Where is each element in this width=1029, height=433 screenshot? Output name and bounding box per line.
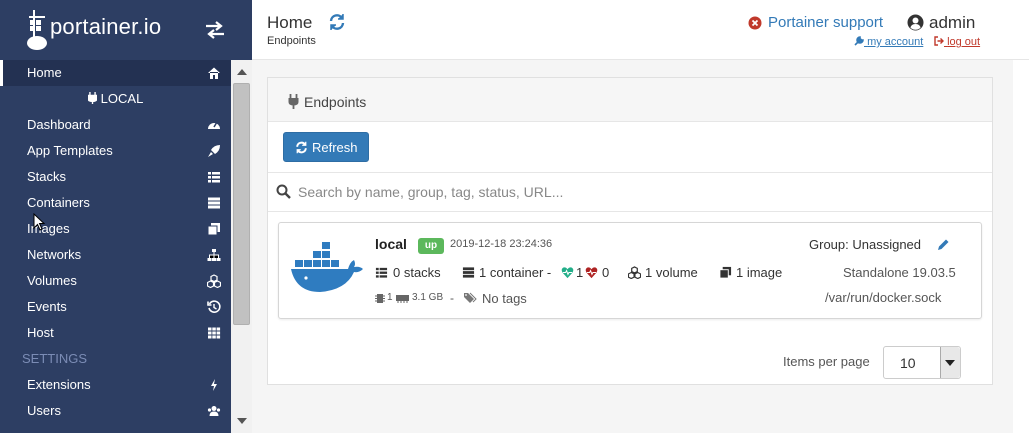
unhealthy-count: 0 [602, 265, 610, 280]
endpoint-url: /var/run/docker.sock [825, 290, 942, 305]
server-icon [208, 197, 220, 209]
clone-icon [207, 223, 220, 236]
user-circle-icon [907, 14, 924, 31]
docker-logo-icon [291, 242, 363, 292]
sidebar-item-home[interactable]: Home [0, 60, 231, 86]
sidebar-item-events[interactable]: Events [0, 294, 231, 320]
sidebar-item-extensions[interactable]: Extensions [0, 372, 231, 398]
sidebar-item-host[interactable]: Host [0, 320, 231, 346]
memory-size: 3.1 GB [412, 292, 444, 303]
th-list-icon [208, 172, 220, 183]
sidebar-item-dashboard[interactable]: Dashboard [0, 112, 231, 138]
sitemap-icon [207, 249, 221, 261]
mouse-cursor [33, 213, 45, 231]
refresh-button[interactable]: Refresh [283, 132, 369, 162]
panel-header [268, 78, 992, 122]
search-icon [276, 184, 291, 199]
containers-count: 1 container - [479, 265, 552, 280]
my-account-link[interactable]: my account [854, 36, 923, 48]
plug-icon [288, 94, 299, 109]
items-per-page-value: 10 [900, 355, 916, 371]
healthy-count: 1 [576, 265, 584, 280]
images-count: 1 image [736, 265, 783, 280]
sidebar-menu: Home LOCAL Dashboard App Templates Stack… [0, 60, 231, 433]
server-icon [462, 267, 475, 278]
heartbeat-icon [585, 267, 598, 279]
th-icon [208, 327, 221, 339]
sidebar-item-label: Events [27, 299, 67, 314]
memory-icon [396, 295, 409, 303]
sidebar-item-stacks[interactable]: Stacks [0, 164, 231, 190]
home-icon [208, 67, 220, 79]
scroll-up-arrow[interactable] [237, 69, 247, 75]
sidebar-item-label: Host [27, 325, 54, 340]
logo-text: portainer.io [50, 14, 162, 39]
sidebar-item-label: Users [27, 403, 61, 418]
refresh-icon [296, 141, 307, 154]
rocket-icon [208, 145, 220, 157]
refresh-icon[interactable] [328, 13, 346, 31]
pencil-icon[interactable] [937, 238, 950, 251]
scroll-down-arrow[interactable] [237, 418, 247, 424]
cpu-count: 1 [387, 292, 393, 303]
wrench-icon [854, 36, 864, 46]
sidebar-item-label: Home [27, 65, 62, 80]
heartbeat-icon [561, 267, 574, 279]
items-per-page-label: Items per page [783, 354, 870, 369]
scrollbar-thumb[interactable] [233, 83, 250, 325]
tags-icon [464, 292, 477, 303]
bolt-icon [211, 379, 217, 391]
status-badge: up [418, 238, 444, 254]
sign-out-icon [934, 36, 944, 46]
clone-icon [719, 266, 732, 279]
sidebar-item-label: Networks [27, 247, 82, 262]
sidebar-section-settings: SETTINGS [0, 346, 231, 372]
cubes-icon [207, 274, 221, 288]
endpoint-type: Standalone 19.03.5 [843, 265, 956, 280]
exchange-icon[interactable] [204, 20, 226, 40]
portainer-logo-icon [27, 10, 47, 50]
section-heading: SETTINGS [22, 351, 88, 366]
sidebar-header: portainer.io [0, 0, 252, 60]
sidebar-item-label: Extensions [27, 377, 91, 392]
sidebar-item-app-templates[interactable]: App Templates [0, 138, 231, 164]
search-input[interactable] [298, 180, 978, 204]
sidebar-item-volumes[interactable]: Volumes [0, 268, 231, 294]
plug-icon [87, 92, 97, 104]
portainer-logo[interactable]: portainer.io [26, 8, 176, 52]
sidebar-endpoint-local: LOCAL [0, 86, 231, 112]
sidebar-item-networks[interactable]: Networks [0, 242, 231, 268]
tags-text: No tags [482, 291, 527, 306]
endpoint-group: Group: Unassigned [809, 237, 922, 252]
history-icon [207, 300, 221, 313]
breadcrumb: Endpoints [267, 35, 316, 47]
page-title: Home [267, 13, 313, 32]
sidebar-item-label: Dashboard [27, 117, 91, 132]
sidebar-item-users[interactable]: Users [0, 398, 231, 424]
refresh-button-label: Refresh [312, 140, 358, 155]
times-circle-icon [748, 16, 762, 30]
sidebar-item-label: App Templates [27, 143, 113, 158]
cubes-icon [628, 266, 641, 279]
sidebar-item-label: Stacks [27, 169, 67, 184]
endpoint-timestamp: 2019-12-18 23:24:36 [450, 238, 553, 250]
volumes-count: 1 volume [645, 265, 698, 280]
th-list-icon [375, 267, 388, 278]
chevron-down-icon [945, 360, 955, 366]
endpoint-name: local [375, 236, 407, 252]
tachometer-icon [208, 121, 220, 129]
username: admin [929, 13, 976, 32]
page-scrollbar[interactable] [1013, 60, 1029, 433]
sidebar-item-label: Volumes [27, 273, 77, 288]
separator: - [450, 291, 454, 305]
log-out-link[interactable]: log out [934, 36, 980, 48]
support-link[interactable]: Portainer support [768, 14, 883, 31]
endpoint-label: LOCAL [100, 91, 144, 106]
users-icon [207, 406, 221, 416]
stacks-count: 0 stacks [393, 265, 441, 280]
microchip-icon [375, 294, 385, 303]
log-out-label: log out [947, 36, 981, 48]
my-account-label: my account [867, 36, 924, 48]
panel-title: Endpoints [304, 94, 367, 110]
